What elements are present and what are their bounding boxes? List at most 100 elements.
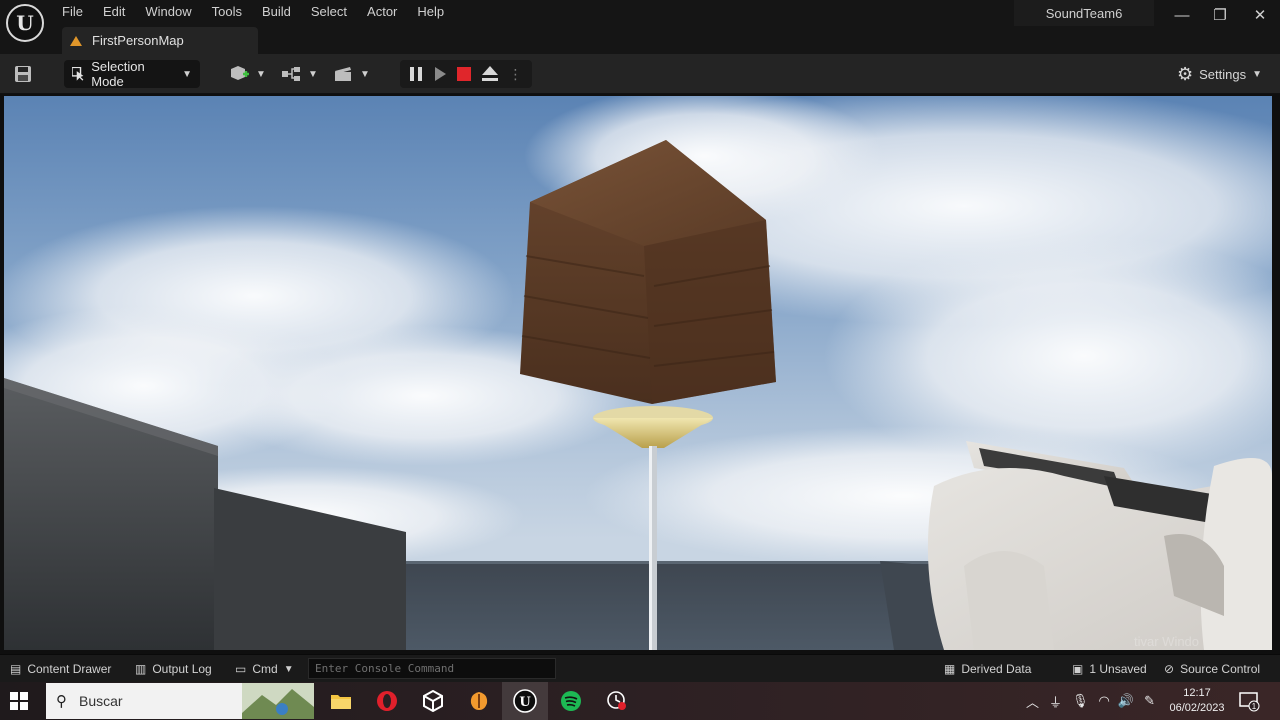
spotify-icon xyxy=(561,691,581,711)
main-menu: File Edit Window Tools Build Select Acto… xyxy=(52,0,454,22)
settings-label: Settings xyxy=(1199,66,1247,82)
menu-window[interactable]: Window xyxy=(135,0,201,22)
editor-status-bar: ▤ Content Drawer ▥ Output Log ▭ Cmd ▼ En… xyxy=(0,654,1280,682)
content-drawer-icon: ▤ xyxy=(10,662,22,676)
add-cube-icon xyxy=(231,66,249,80)
content-drawer-button[interactable]: ▤ Content Drawer xyxy=(10,655,111,683)
clock-date: 06/02/2023 xyxy=(1169,702,1225,714)
folder-icon xyxy=(331,695,351,709)
windows-start-icon[interactable] xyxy=(10,692,28,710)
console-input[interactable]: Enter Console Command xyxy=(308,658,556,679)
source-control-label: Source Control xyxy=(1180,662,1261,676)
chevron-down-icon: ▼ xyxy=(283,663,294,675)
windows-taskbar: ⚲ Buscar U ︿ ⏚ 🎙 ◠ 🔊 ✎ 12:17 06/02/2023 … xyxy=(0,682,1280,720)
unreal-logo-icon[interactable]: U xyxy=(6,4,44,42)
derived-data-label: Derived Data xyxy=(961,662,1032,676)
blueprint-icon xyxy=(282,67,300,81)
output-log-button[interactable]: ▥ Output Log xyxy=(135,655,212,683)
chevron-down-icon: ▼ xyxy=(308,68,318,80)
unity-cube-icon xyxy=(423,690,443,712)
menu-actor[interactable]: Actor xyxy=(357,0,407,22)
notification-center-icon[interactable]: 1 xyxy=(1238,690,1260,712)
menu-edit[interactable]: Edit xyxy=(93,0,135,22)
settings-button[interactable]: ⚙ Settings ▼ xyxy=(1177,60,1262,88)
taskbar-opera[interactable] xyxy=(364,682,410,720)
more-options-icon[interactable]: ⋮ xyxy=(509,66,523,83)
taskbar-search-placeholder: Buscar xyxy=(79,693,123,709)
recording-icon xyxy=(607,691,626,710)
project-name: SoundTeam6 xyxy=(1014,0,1154,26)
taskbar-obs-recording[interactable] xyxy=(594,682,640,720)
scene-render: tivar Windo xyxy=(4,96,1272,650)
menu-select[interactable]: Select xyxy=(301,0,357,22)
save-button[interactable] xyxy=(14,60,36,88)
svg-text:tivar Windo: tivar Windo xyxy=(1134,634,1199,649)
menu-file[interactable]: File xyxy=(52,0,93,22)
editor-title-bar: U File Edit Window Tools Build Select Ac… xyxy=(0,0,1280,54)
tab-level[interactable]: FirstPersonMap xyxy=(62,27,258,54)
taskbar-file-explorer[interactable] xyxy=(318,682,364,720)
chevron-down-icon: ▼ xyxy=(1252,68,1262,80)
volume-icon[interactable]: 🔊 xyxy=(1118,693,1134,709)
gear-icon: ⚙ xyxy=(1176,63,1194,84)
taskbar-spotify[interactable] xyxy=(548,682,594,720)
content-drawer-label: Content Drawer xyxy=(27,662,112,676)
opera-icon xyxy=(377,691,397,711)
source-control-disabled-icon: ⊘ xyxy=(1164,662,1175,676)
system-tray: ︿ ⏚ 🎙 ◠ 🔊 ✎ xyxy=(1026,682,1155,720)
restore-button[interactable]: ❐ xyxy=(1202,4,1238,26)
step-frame-icon[interactable] xyxy=(434,67,446,81)
cmd-dropdown[interactable]: ▭ Cmd ▼ xyxy=(235,655,294,683)
add-actor-button[interactable]: ▼ xyxy=(230,60,266,88)
blueprints-button[interactable]: ▼ xyxy=(282,60,318,88)
output-log-icon: ▥ xyxy=(135,662,147,676)
cinematics-button[interactable]: ▼ xyxy=(334,60,370,88)
cmd-label: Cmd xyxy=(252,662,278,676)
chevron-up-icon[interactable]: ︿ xyxy=(1026,692,1039,711)
notification-count: 1 xyxy=(1252,702,1257,711)
tab-level-label: FirstPersonMap xyxy=(92,33,184,48)
pen-icon[interactable]: ✎ xyxy=(1144,693,1155,709)
source-control-button[interactable]: ⊘ Source Control xyxy=(1164,655,1260,683)
level-viewport[interactable]: tivar Windo xyxy=(4,96,1272,650)
cursor-icon xyxy=(72,67,84,81)
derived-data-icon: ▦ xyxy=(944,662,956,676)
warning-icon xyxy=(70,35,82,46)
minimize-button[interactable]: — xyxy=(1164,4,1200,26)
taskbar-clock[interactable]: 12:17 06/02/2023 xyxy=(1166,686,1228,716)
selection-mode-label: Selection Mode xyxy=(91,59,145,89)
clock-time: 12:17 xyxy=(1183,687,1211,699)
play-controls: ⋮ xyxy=(400,60,532,88)
menu-tools[interactable]: Tools xyxy=(202,0,252,22)
microphone-icon[interactable]: 🎙 xyxy=(1072,693,1089,709)
taskbar-unreal-engine[interactable]: U xyxy=(502,682,548,720)
search-highlight-image xyxy=(242,683,314,719)
eject-icon[interactable] xyxy=(481,66,498,82)
svg-text:U: U xyxy=(519,695,531,710)
pause-icon[interactable] xyxy=(409,67,424,81)
search-icon: ⚲ xyxy=(56,693,67,710)
taskbar-fl-studio[interactable] xyxy=(456,682,502,720)
chevron-down-icon: ▼ xyxy=(182,68,192,80)
terminal-icon: ▭ xyxy=(235,662,247,676)
taskbar-unity-hub[interactable] xyxy=(410,682,456,720)
usb-icon[interactable]: ⏚ xyxy=(1049,692,1062,711)
stop-icon[interactable] xyxy=(456,67,471,81)
save-icon xyxy=(15,66,31,82)
derived-data-button[interactable]: ▦ Derived Data xyxy=(944,655,1031,683)
network-icon[interactable]: ◠ xyxy=(1099,693,1110,709)
unsaved-label: 1 Unsaved xyxy=(1089,662,1147,676)
menu-build[interactable]: Build xyxy=(252,0,301,22)
chevron-down-icon: ▼ xyxy=(360,68,370,80)
close-button[interactable]: ✕ xyxy=(1242,4,1278,26)
unsaved-button[interactable]: ▣ 1 Unsaved xyxy=(1072,655,1147,683)
clapperboard-icon xyxy=(335,67,351,81)
output-log-label: Output Log xyxy=(152,662,212,676)
selection-mode-dropdown[interactable]: Selection Mode ▼ xyxy=(64,59,200,89)
unreal-engine-icon: U xyxy=(513,689,537,713)
taskbar-search[interactable]: ⚲ Buscar xyxy=(46,683,314,719)
menu-help[interactable]: Help xyxy=(407,0,454,22)
fl-studio-icon xyxy=(470,692,488,710)
unsaved-file-icon: ▣ xyxy=(1072,662,1084,676)
main-toolbar: Selection Mode ▼ ▼ ▼ ▼ ⋮ ⚙ Settings ▼ xyxy=(0,54,1280,94)
